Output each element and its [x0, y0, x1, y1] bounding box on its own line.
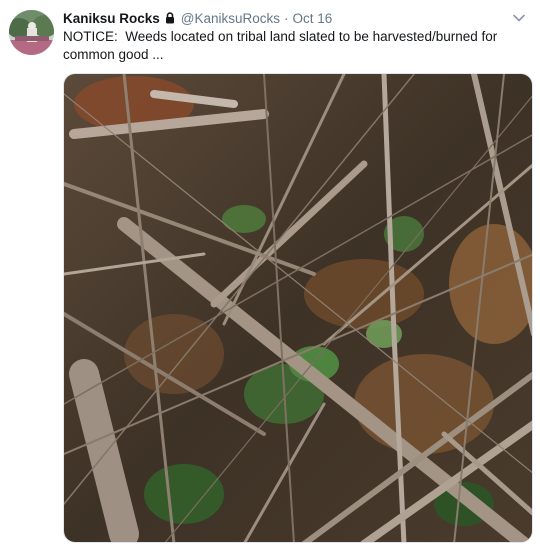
chevron-down-icon[interactable] — [512, 11, 526, 25]
display-name[interactable]: Kaniksu Rocks — [63, 11, 160, 26]
separator-dot: · — [284, 10, 289, 26]
tweet-header: Kaniksu Rocks @KaniksuRocks · Oct 16 — [63, 8, 528, 28]
brush-pile-photo — [64, 74, 532, 542]
tweet-photo[interactable] — [63, 73, 533, 543]
user-handle[interactable]: @KaniksuRocks — [181, 11, 280, 26]
lock-icon — [164, 12, 176, 24]
tweet-date[interactable]: Oct 16 — [293, 11, 333, 26]
avatar[interactable] — [9, 10, 54, 55]
tweet-text: NOTICE: Weeds located on tribal land sla… — [63, 29, 502, 62]
avatar-image — [9, 10, 54, 55]
